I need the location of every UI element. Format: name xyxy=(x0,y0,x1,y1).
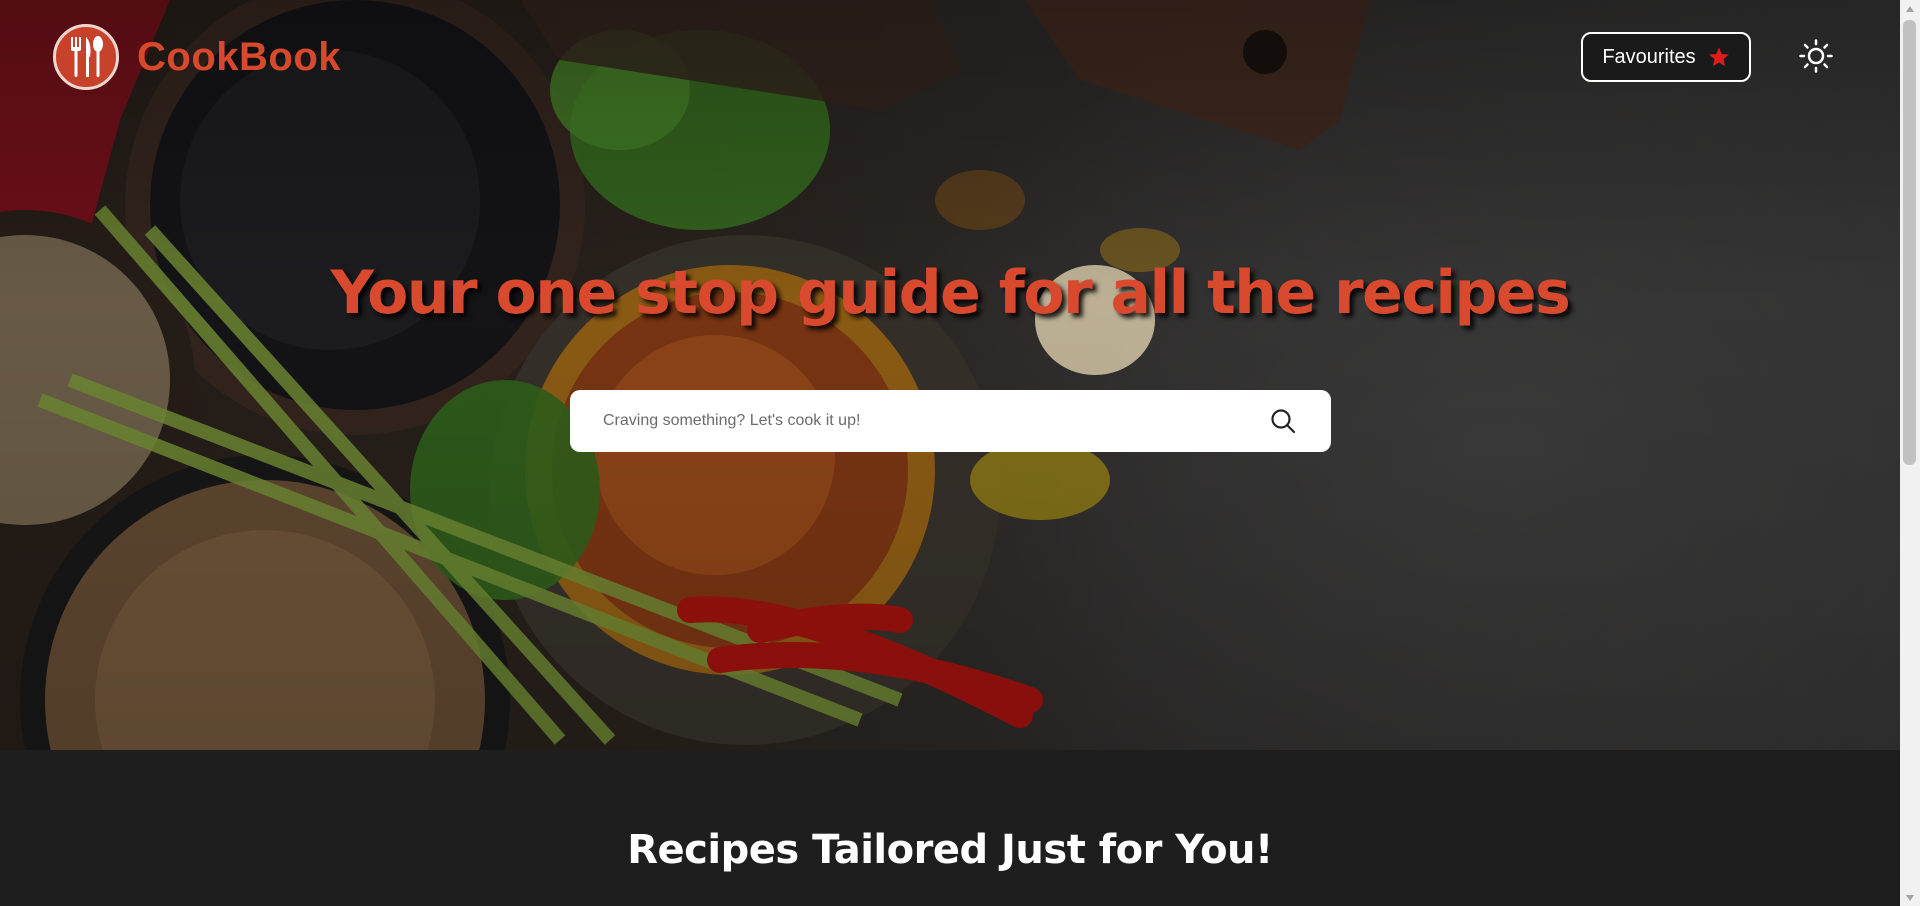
page: CookBook Favourites Your one stop guide … xyxy=(0,0,1900,906)
section-title: Recipes Tailored Just for You! xyxy=(627,827,1273,873)
search-input[interactable] xyxy=(570,390,1253,452)
favourites-label: Favourites xyxy=(1602,45,1696,68)
search-bar xyxy=(570,390,1331,452)
app-name: CookBook xyxy=(137,34,341,79)
scroll-up-arrow-icon[interactable] xyxy=(1900,0,1920,17)
recipes-section: Recipes Tailored Just for You! xyxy=(0,750,1900,906)
hero-headline: Your one stop guide for all the recipes xyxy=(330,258,1571,328)
favourites-button[interactable]: Favourites xyxy=(1581,32,1751,82)
star-icon xyxy=(1708,46,1730,68)
page-scrollbar[interactable] xyxy=(1900,0,1920,906)
scrollbar-thumb[interactable] xyxy=(1903,20,1916,465)
header: CookBook Favourites xyxy=(0,0,1900,114)
logo[interactable]: CookBook xyxy=(53,24,341,90)
theme-toggle-button[interactable] xyxy=(1796,38,1836,78)
fork-knife-spoon-icon xyxy=(53,24,119,90)
search-icon[interactable] xyxy=(1253,408,1313,434)
sun-icon xyxy=(1799,39,1833,77)
scroll-down-arrow-icon[interactable] xyxy=(1900,889,1920,906)
